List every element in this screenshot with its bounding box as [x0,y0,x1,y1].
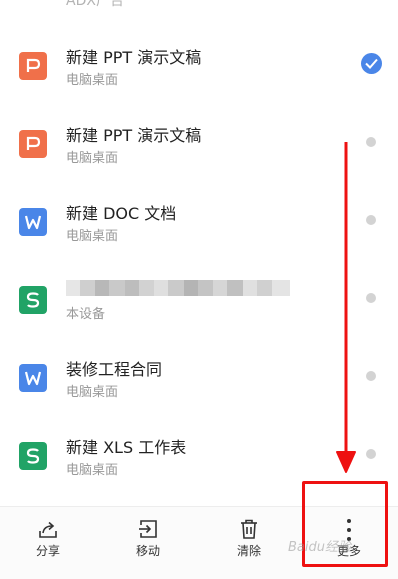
doc-file-icon [19,364,47,392]
file-row[interactable]: 新建 PPT 演示文稿 电脑桌面 [0,104,398,182]
file-title: 新建 DOC 文档 [66,204,177,223]
partial-list-item: ADX广告 [0,0,398,14]
file-row[interactable]: 新建 XLS 工作表 电脑桌面 [0,416,398,494]
file-location: 电脑桌面 [66,73,119,88]
trash-icon [241,519,257,539]
file-location: 电脑桌面 [66,463,119,478]
file-row[interactable]: 装修工程合同 电脑桌面 [0,338,398,416]
move-icon [139,520,157,538]
file-row[interactable]: 新建 DOC 文档 电脑桌面 [0,182,398,260]
file-location: 电脑桌面 [66,151,119,166]
partial-item-title: ADX广告 [66,0,124,9]
file-list: ADX广告 新建 PPT 演示文稿 电脑桌面 新建 PPT 演示文稿 电脑桌面 … [0,0,398,506]
file-title: 新建 XLS 工作表 [66,438,187,457]
share-icon [39,521,57,538]
check-icon [365,58,378,69]
unselected-checkbox[interactable] [366,293,376,303]
unselected-checkbox[interactable] [366,137,376,147]
xls-file-icon [19,286,47,314]
doc-file-icon [19,208,47,236]
ppt-file-icon [19,52,47,80]
move-label: 移动 [135,544,160,558]
file-location: 电脑桌面 [66,385,119,400]
file-location: 电脑桌面 [66,229,119,244]
delete-label: 清除 [236,544,261,558]
share-button[interactable]: 分享 [8,507,88,579]
file-title: 新建 PPT 演示文稿 [66,126,202,145]
share-label: 分享 [35,544,60,558]
unselected-checkbox[interactable] [366,371,376,381]
selected-checkbox[interactable] [361,53,382,74]
unselected-checkbox[interactable] [366,449,376,459]
xls-file-icon [19,442,47,470]
file-location: 本设备 [66,307,106,322]
more-label: 更多 [336,544,361,558]
more-vertical-icon [343,519,355,543]
obscured-file-title [66,280,290,296]
more-button[interactable]: 更多 [309,507,389,579]
delete-button[interactable]: 清除 [209,507,289,579]
file-title: 装修工程合同 [66,360,163,379]
file-row[interactable]: 本设备 [0,260,398,338]
bottom-toolbar: 分享 移动 清除 更多 [0,506,398,579]
move-button[interactable]: 移动 [108,507,188,579]
unselected-checkbox[interactable] [366,215,376,225]
file-title: 新建 PPT 演示文稿 [66,48,202,67]
file-row[interactable]: 新建 PPT 演示文稿 电脑桌面 [0,26,398,104]
ppt-file-icon [19,130,47,158]
